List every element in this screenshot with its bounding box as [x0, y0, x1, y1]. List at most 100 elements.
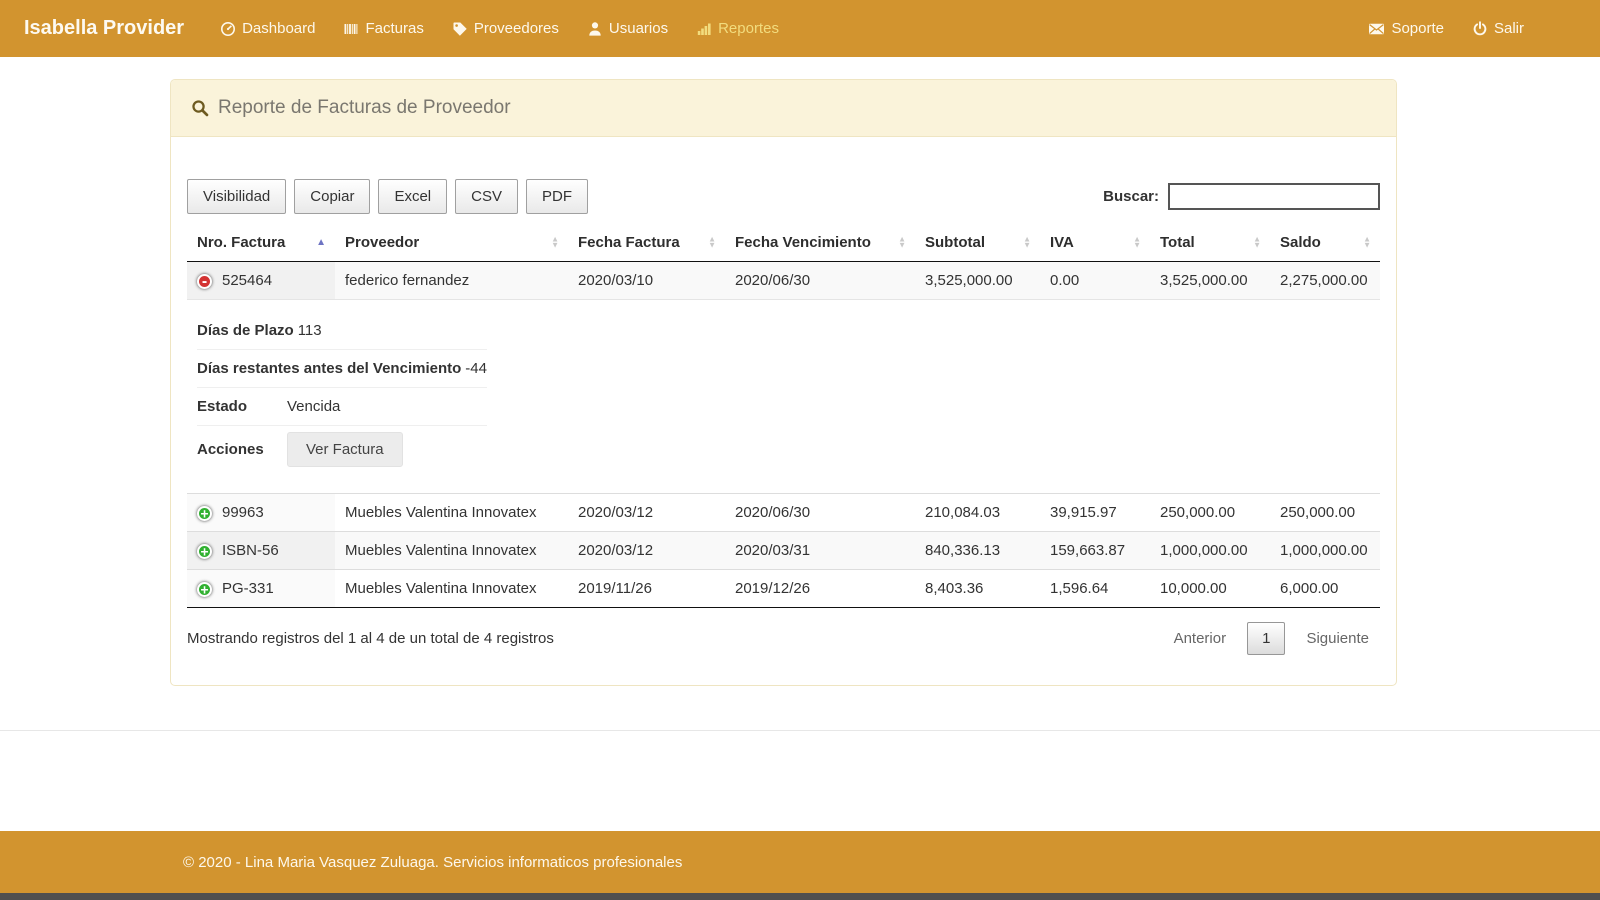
pagination: Anterior 1 Siguiente [1163, 622, 1380, 655]
cell-proveedor: Muebles Valentina Innovatex [335, 570, 568, 608]
cell-fecha-factura: 2019/11/26 [568, 570, 725, 608]
table-row: +PG-331 Muebles Valentina Innovatex 2019… [187, 570, 1380, 608]
main-content: Reporte de Facturas de Proveedor Visibil… [0, 57, 1600, 831]
nav-item-reportes[interactable]: Reportes [682, 0, 793, 57]
detail-item: EstadoVencida [197, 388, 487, 426]
cell-fecha-vencimiento: 2020/03/31 [725, 532, 915, 570]
column-header-fecha-factura[interactable]: Fecha Factura ▲▼ [568, 224, 725, 262]
column-header-total[interactable]: Total ▲▼ [1150, 224, 1270, 262]
cell-total: 10,000.00 [1150, 570, 1270, 608]
cell-subtotal: 8,403.36 [915, 570, 1040, 608]
detail-value: -44 [465, 360, 487, 377]
panel-heading: Reporte de Facturas de Proveedor [171, 80, 1396, 137]
cell-factura: -525464 [187, 262, 335, 300]
nav-item-proveedores[interactable]: Proveedores [438, 0, 573, 57]
expand-row-icon[interactable]: + [197, 582, 212, 597]
column-label: Saldo [1280, 234, 1321, 251]
export-buttons: Visibilidad Copiar Excel CSV PDF [187, 179, 588, 214]
row-detail-list: Días de Plazo113 Días restantes antes de… [197, 310, 487, 483]
power-icon [1472, 21, 1488, 37]
nav-item-label: Soporte [1391, 0, 1444, 57]
invoices-table: Nro. Factura ▲ Proveedor ▲▼ Fecha Factur… [187, 224, 1380, 608]
table-header-row: Nro. Factura ▲ Proveedor ▲▼ Fecha Factur… [187, 224, 1380, 262]
records-info: Mostrando registros del 1 al 4 de un tot… [187, 630, 554, 647]
detail-value: 113 [298, 322, 322, 339]
nav-item-dashboard[interactable]: Dashboard [206, 0, 329, 57]
table-row: -525464 federico fernandez 2020/03/10 20… [187, 262, 1380, 300]
row-detail: Días de Plazo113 Días restantes antes de… [187, 300, 1380, 494]
column-header-saldo[interactable]: Saldo ▲▼ [1270, 224, 1380, 262]
column-header-nro-factura[interactable]: Nro. Factura ▲ [187, 224, 335, 262]
pdf-button[interactable]: PDF [526, 179, 588, 214]
user-icon [587, 21, 603, 37]
cell-factura: +PG-331 [187, 570, 335, 608]
detail-item: Días de Plazo113 [197, 312, 487, 350]
nav-item-soporte[interactable]: Soporte [1354, 0, 1458, 57]
sort-icon: ▲▼ [1363, 236, 1371, 249]
detail-value: Vencida [287, 398, 340, 415]
sort-asc-icon: ▲ [316, 238, 326, 248]
cell-total: 1,000,000.00 [1150, 532, 1270, 570]
detail-item-actions: AccionesVer Factura [197, 426, 487, 477]
cell-proveedor: Muebles Valentina Innovatex [335, 532, 568, 570]
sort-icon: ▲▼ [708, 236, 716, 249]
csv-button[interactable]: CSV [455, 179, 518, 214]
visibility-button[interactable]: Visibilidad [187, 179, 286, 214]
cell-fecha-vencimiento: 2020/06/30 [725, 494, 915, 532]
collapse-row-icon[interactable]: - [197, 274, 212, 289]
nav-menu: Dashboard Facturas Proveedores Usuarios … [206, 0, 793, 57]
nav-item-usuarios[interactable]: Usuarios [573, 0, 682, 57]
search-label: Buscar: [1103, 188, 1159, 205]
cell-proveedor: Muebles Valentina Innovatex [335, 494, 568, 532]
column-header-proveedor[interactable]: Proveedor ▲▼ [335, 224, 568, 262]
expand-row-icon[interactable]: + [197, 506, 212, 521]
column-header-subtotal[interactable]: Subtotal ▲▼ [915, 224, 1040, 262]
page-title: Reporte de Facturas de Proveedor [218, 97, 511, 119]
tag-icon [452, 21, 468, 37]
cell-fecha-vencimiento: 2020/06/30 [725, 262, 915, 300]
detail-label: Estado [197, 398, 283, 415]
cell-saldo: 1,000,000.00 [1270, 532, 1380, 570]
table-row: +ISBN-56 Muebles Valentina Innovatex 202… [187, 532, 1380, 570]
cell-fecha-factura: 2020/03/12 [568, 494, 725, 532]
barcode-icon [343, 21, 359, 37]
cell-subtotal: 210,084.03 [915, 494, 1040, 532]
cell-saldo: 6,000.00 [1270, 570, 1380, 608]
column-label: IVA [1050, 234, 1074, 251]
cell-fecha-vencimiento: 2019/12/26 [725, 570, 915, 608]
sort-icon: ▲▼ [898, 236, 906, 249]
cell-iva: 39,915.97 [1040, 494, 1150, 532]
sort-icon: ▲▼ [1253, 236, 1261, 249]
envelope-icon [1368, 21, 1385, 37]
cell-factura: +ISBN-56 [187, 532, 335, 570]
cell-total: 3,525,000.00 [1150, 262, 1270, 300]
table-row: +99963 Muebles Valentina Innovatex 2020/… [187, 494, 1380, 532]
detail-label: Acciones [197, 441, 283, 458]
cell-fecha-factura: 2020/03/10 [568, 262, 725, 300]
nav-item-facturas[interactable]: Facturas [329, 0, 437, 57]
brand[interactable]: Isabella Provider [24, 17, 184, 40]
excel-button[interactable]: Excel [378, 179, 447, 214]
search-icon [191, 99, 209, 117]
navbar: Isabella Provider Dashboard Facturas Pro… [0, 0, 1600, 57]
copy-button[interactable]: Copiar [294, 179, 370, 214]
previous-page-button[interactable]: Anterior [1163, 623, 1238, 654]
current-page-button[interactable]: 1 [1247, 622, 1285, 655]
bar-chart-icon [696, 21, 712, 37]
next-page-button[interactable]: Siguiente [1295, 623, 1380, 654]
search-input[interactable] [1168, 183, 1380, 210]
report-panel: Reporte de Facturas de Proveedor Visibil… [170, 79, 1397, 686]
nav-menu-right: Soporte Salir [1354, 0, 1600, 57]
view-invoice-button[interactable]: Ver Factura [287, 432, 403, 467]
column-header-iva[interactable]: IVA ▲▼ [1040, 224, 1150, 262]
expand-row-icon[interactable]: + [197, 544, 212, 559]
panel-body: Visibilidad Copiar Excel CSV PDF Buscar: [171, 137, 1396, 685]
nav-item-label: Proveedores [474, 0, 559, 57]
cell-iva: 0.00 [1040, 262, 1150, 300]
cell-iva: 159,663.87 [1040, 532, 1150, 570]
column-header-fecha-vencimiento[interactable]: Fecha Vencimiento ▲▼ [725, 224, 915, 262]
column-label: Total [1160, 234, 1195, 251]
detail-item: Días restantes antes del Vencimiento-44 [197, 350, 487, 388]
table-footer: Mostrando registros del 1 al 4 de un tot… [187, 622, 1380, 655]
nav-item-salir[interactable]: Salir [1458, 0, 1538, 57]
